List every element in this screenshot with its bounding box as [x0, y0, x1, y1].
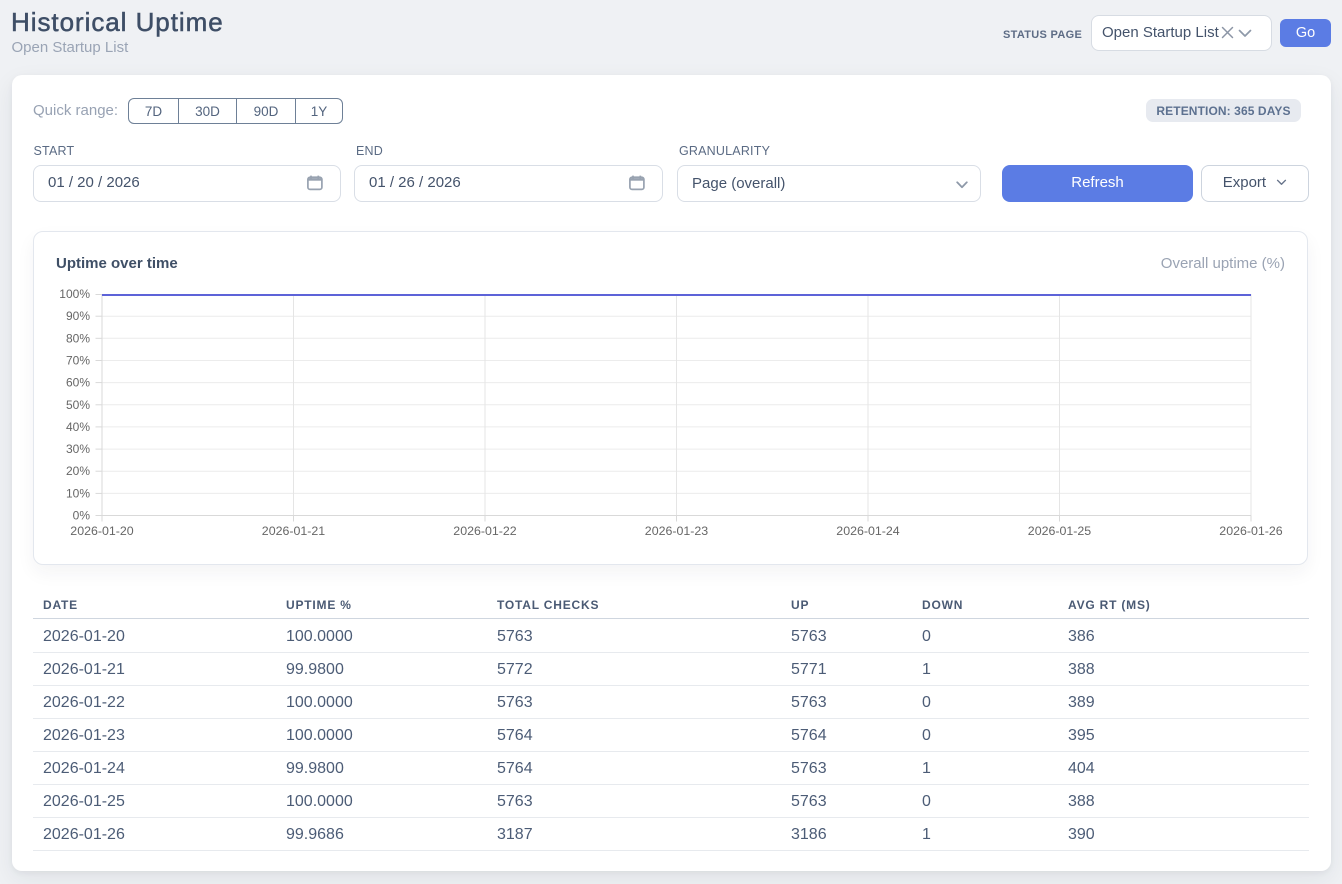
svg-text:30%: 30%	[66, 442, 90, 456]
svg-text:0%: 0%	[73, 509, 91, 523]
svg-text:100%: 100%	[59, 287, 90, 301]
svg-text:2026-01-21: 2026-01-21	[262, 524, 325, 538]
svg-text:40%: 40%	[66, 420, 90, 434]
svg-text:90%: 90%	[66, 309, 90, 323]
svg-text:2026-01-25: 2026-01-25	[1028, 524, 1091, 538]
svg-text:20%: 20%	[66, 464, 90, 478]
svg-text:2026-01-22: 2026-01-22	[453, 524, 516, 538]
svg-text:70%: 70%	[66, 354, 90, 368]
svg-text:2026-01-24: 2026-01-24	[836, 524, 899, 538]
svg-text:2026-01-23: 2026-01-23	[645, 524, 708, 538]
svg-text:10%: 10%	[66, 486, 90, 500]
svg-text:2026-01-20: 2026-01-20	[70, 524, 133, 538]
svg-text:80%: 80%	[66, 331, 90, 345]
svg-text:60%: 60%	[66, 376, 90, 390]
svg-text:2026-01-26: 2026-01-26	[1219, 524, 1282, 538]
svg-text:50%: 50%	[66, 398, 90, 412]
